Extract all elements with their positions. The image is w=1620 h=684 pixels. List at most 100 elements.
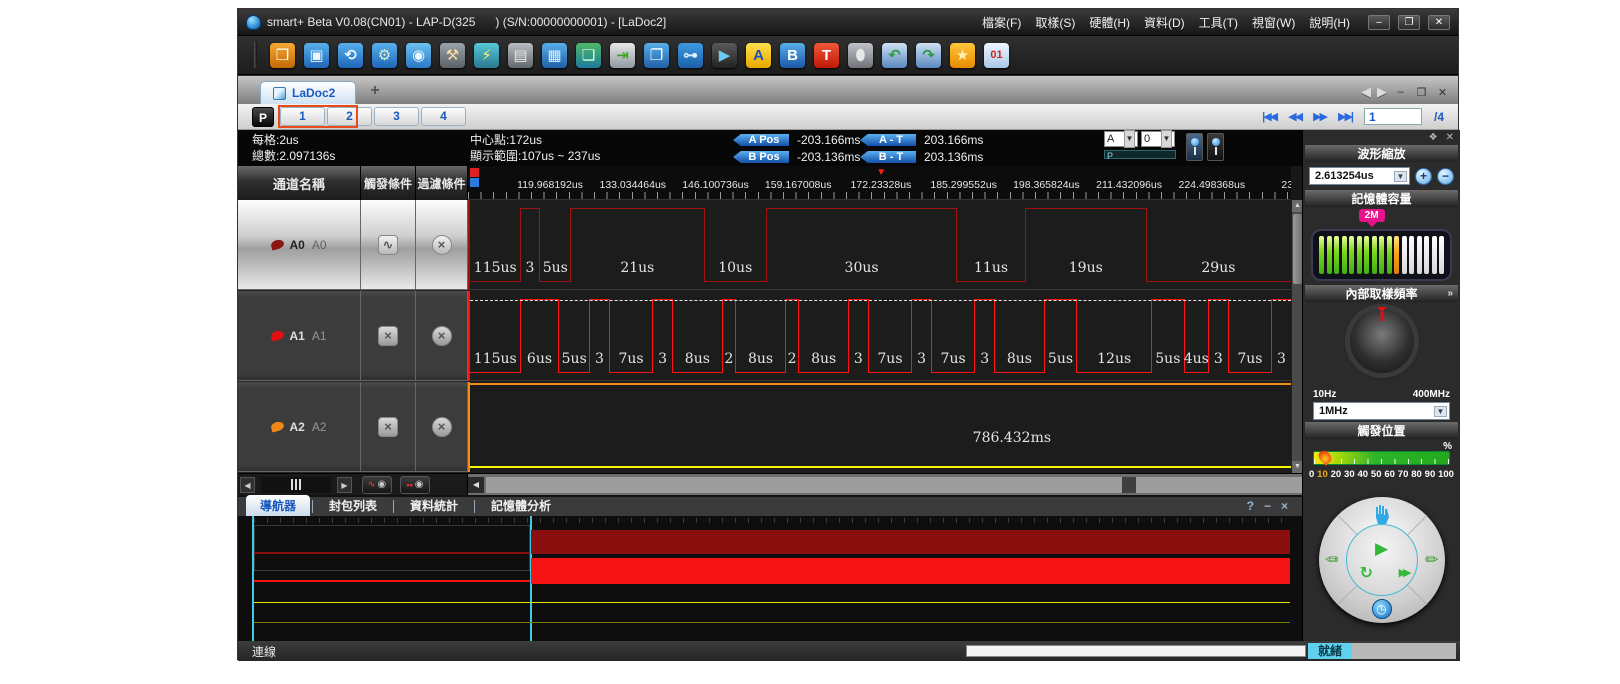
menu-item[interactable]: 硬體(H) (1089, 14, 1130, 31)
minimize-icon[interactable]: − (1264, 499, 1271, 513)
channel-panel-scrollbar[interactable]: ◀ ▶ ∿◉ ••◉ (238, 474, 468, 495)
tools-icon[interactable]: ⚒ (440, 43, 465, 68)
points-snapshot-button[interactable]: ••◉ (400, 476, 430, 494)
wave-horizontal-scrollbar[interactable]: ◀ (468, 474, 1302, 495)
expand-icon[interactable]: » (1447, 288, 1453, 299)
page-button-4[interactable]: 4 (421, 107, 466, 126)
no-filter-icon[interactable]: × (432, 326, 452, 346)
add-tab-button[interactable]: + (364, 83, 386, 101)
menu-item[interactable]: 取樣(S) (1035, 14, 1075, 31)
time-ruler[interactable]: 119.968192us133.034464us146.100736us159.… (468, 166, 1291, 200)
marker-a-pin-button[interactable] (1186, 133, 1203, 161)
screenshot-icon[interactable]: ◉ (406, 43, 431, 68)
doc-restore-button[interactable]: ❐ (1414, 86, 1429, 99)
wave-canvas[interactable]: 115us35us21us10us30us11us19us29us 115us6… (468, 200, 1291, 473)
page-first-button[interactable]: |◀◀ (1262, 110, 1276, 123)
video-icon[interactable]: ▶ (712, 43, 737, 68)
flag-a-icon[interactable]: A (746, 43, 771, 68)
badge-a-t[interactable]: A - T (860, 134, 916, 146)
instrument-icon[interactable]: ▦ (542, 43, 567, 68)
page-button-1[interactable]: 1 (280, 107, 325, 126)
channel-row-a2[interactable]: A2A2×× (238, 382, 468, 472)
mouse-icon[interactable]: ⬮ (848, 43, 873, 68)
menu-item[interactable]: 檔案(F) (982, 14, 1021, 31)
page-number-input[interactable]: 1 (1364, 108, 1422, 125)
page-next-button[interactable]: ▶▶ (1313, 110, 1326, 123)
flag-t-icon[interactable]: T (814, 43, 839, 68)
wave-row-a2[interactable]: 786.432ms (468, 382, 1291, 472)
scroll-left-icon[interactable]: ◀ (240, 477, 255, 493)
badge-b-t[interactable]: B - T (860, 151, 916, 163)
page-prev-button[interactable]: ◀◀ (1288, 110, 1301, 123)
wave-row-a0[interactable]: 115us35us21us10us30us11us19us29us (468, 200, 1291, 290)
tab-scroll-left-icon[interactable]: ◀ (1361, 84, 1371, 100)
navigator-panel[interactable] (238, 516, 1302, 641)
flag-b-icon[interactable]: B (780, 43, 805, 68)
zoom-out-button[interactable]: − (1437, 168, 1454, 185)
hscroll-thumb[interactable] (1122, 477, 1136, 493)
zoom-scale-select[interactable]: 2.613254us ▼ (1309, 167, 1410, 185)
memory-device-icon[interactable]: ▤ (508, 43, 533, 68)
filter-condition-cell[interactable]: × (416, 200, 468, 290)
close-icon[interactable]: ✕ (1446, 132, 1454, 144)
navigation-wheel[interactable]: ✏ ✏ ▶ ↻ ▶▶ ◷ (1319, 497, 1445, 623)
compare-doc-icon[interactable]: ❐ (644, 43, 669, 68)
refresh-icon[interactable]: ↻ (1360, 563, 1373, 583)
trigger-position-bar[interactable] (1313, 451, 1450, 465)
badge-apos[interactable]: A Pos (733, 134, 789, 146)
menu-item[interactable]: 工具(T) (1199, 14, 1238, 31)
badge-bpos[interactable]: B Pos (733, 151, 789, 163)
help-icon[interactable]: ? (1247, 499, 1254, 513)
page-mode-button[interactable]: P (252, 107, 274, 127)
scroll-right-icon[interactable]: ▶ (337, 477, 352, 493)
filter-condition-header[interactable]: 過濾條件 (416, 166, 468, 200)
no-filter-icon[interactable]: × (432, 235, 452, 255)
channel-row-a1[interactable]: A1A1×× (238, 291, 468, 381)
no-trigger-icon[interactable]: × (378, 326, 398, 346)
tab-ladoc2[interactable]: LaDoc2 (260, 81, 356, 104)
no-filter-icon[interactable]: × (432, 417, 452, 437)
binary-view-icon[interactable]: 01 (984, 43, 1009, 68)
marker-select[interactable]: A▼ (1104, 131, 1138, 147)
no-trigger-icon[interactable]: × (378, 417, 398, 437)
close-icon[interactable]: × (1281, 499, 1288, 513)
favorite-icon[interactable]: ★ (950, 43, 975, 68)
bottom-tab-3[interactable]: 資料統計 (396, 495, 472, 516)
navigator-view-box[interactable] (254, 525, 530, 571)
doc-close-button[interactable]: ✕ (1435, 86, 1450, 99)
search-prev-icon[interactable]: ↶ (882, 43, 907, 68)
vscroll-thumb[interactable] (1293, 214, 1302, 284)
edit-right-icon[interactable]: ✏ (1425, 550, 1438, 570)
page-last-button[interactable]: ▶▶| (1338, 110, 1352, 123)
connector-icon[interactable]: ⊶ (678, 43, 703, 68)
trigger-condition-cell[interactable]: × (361, 291, 416, 381)
hscroll-track[interactable] (486, 477, 1302, 493)
bottom-tab-2[interactable]: 封包列表 (315, 495, 391, 516)
edit-left-icon[interactable]: ✏ (1325, 550, 1338, 570)
bottom-tab-4[interactable]: 記憶體分析 (477, 495, 565, 516)
restore-button[interactable]: ❐ (1398, 15, 1420, 30)
menu-item[interactable]: 視窗(W) (1252, 14, 1295, 31)
open-file-icon[interactable]: ❒ (270, 43, 295, 68)
wave-row-a1[interactable]: 115us6us5us37us38us28us28us37us37us38us5… (468, 291, 1291, 381)
menu-item[interactable]: 資料(D) (1144, 14, 1185, 31)
doc-minimize-button[interactable]: – (1393, 86, 1408, 98)
pin-icon[interactable]: ❖ (1429, 132, 1438, 144)
waveform-snapshot-button[interactable]: ∿◉ (362, 476, 392, 494)
window-layout-icon[interactable]: ❏ (576, 43, 601, 68)
wave-vertical-scrollbar[interactable]: ▲ ▼ (1291, 200, 1302, 473)
search-next-icon[interactable]: ↷ (916, 43, 941, 68)
tab-scroll-right-icon[interactable]: ▶ (1377, 84, 1387, 100)
trigger-condition-cell[interactable]: × (361, 382, 416, 472)
play-icon[interactable]: ▶ (1375, 539, 1388, 559)
minimize-button[interactable]: – (1368, 15, 1390, 30)
export-grid-icon[interactable]: ⇥ (610, 43, 635, 68)
save-settings-icon[interactable]: ⚙ (372, 43, 397, 68)
acquisition-icon[interactable]: ⚡ (474, 43, 499, 68)
clock-icon[interactable]: ◷ (1372, 599, 1392, 619)
trigger-condition-header[interactable]: 觸發條件 (361, 166, 416, 200)
filter-condition-cell[interactable]: × (416, 291, 468, 381)
memory-gauge[interactable] (1311, 229, 1452, 281)
save-icon[interactable]: ▣ (304, 43, 329, 68)
close-button[interactable]: ✕ (1428, 15, 1450, 30)
